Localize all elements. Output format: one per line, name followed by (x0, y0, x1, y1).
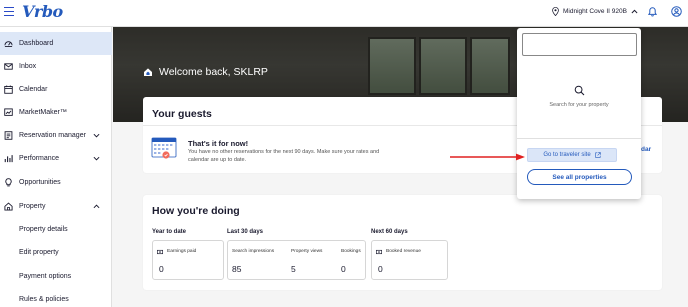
sidebar-item-property[interactable]: Property (0, 195, 112, 218)
guests-heading: That's it for now! (188, 139, 249, 148)
stat-label: Property views (291, 249, 323, 254)
booked-revenue-stat: Booked revenue 0 (371, 240, 448, 280)
mail-icon (4, 63, 13, 70)
home-badge-icon (144, 68, 152, 76)
stat-value: 5 (291, 264, 296, 274)
menu-icon[interactable] (4, 7, 14, 16)
see-all-properties-button[interactable]: See all properties (527, 169, 632, 185)
stat-value: 0 (378, 264, 383, 274)
annotation-arrow-icon (450, 153, 525, 161)
chevron-up-icon (93, 204, 100, 209)
calendar-illustration-icon (151, 137, 177, 159)
sidebar-item-label: MarketMaker™ (19, 109, 67, 116)
next-60-days-label: Next 60 days (371, 229, 408, 235)
sidebar-item-label: Dashboard (19, 40, 54, 47)
chevron-up-icon (631, 9, 638, 14)
sidebar-item-payment-options[interactable]: Payment options (0, 265, 112, 288)
sidebar-item-label: Inbox (19, 63, 37, 70)
location-pin-icon (552, 7, 559, 16)
stat-label: Booked revenue (386, 249, 421, 254)
sidebar-item-rules-policies[interactable]: Rules & policies (0, 288, 112, 307)
sidebar-item-label: Rules & policies (19, 296, 69, 303)
sidebar-item-edit-property[interactable]: Edit property (0, 241, 112, 264)
sidebar-item-label: Property details (19, 226, 68, 233)
property-search-input[interactable] (522, 33, 637, 56)
guests-message: You have no other reservations for the n… (188, 149, 380, 163)
bar-chart-icon (4, 155, 13, 163)
sidebar-item-property-details[interactable]: Property details (0, 218, 112, 241)
calendar-icon (4, 85, 13, 94)
earnings-paid-stat: Earnings paid 0 (152, 240, 224, 280)
card-title: Your guests (152, 108, 212, 120)
property-selector[interactable]: Midnight Cove II 920B (552, 7, 638, 16)
sidebar-item-label: Edit property (19, 249, 59, 256)
stat-value: 0 (159, 264, 164, 274)
sidebar-item-label: Calendar (19, 86, 48, 93)
stat-label: Earnings paid (167, 249, 197, 254)
sidebar-item-marketmaker[interactable]: MarketMaker™ (0, 101, 112, 124)
search-hint: Search for your property (549, 102, 609, 108)
bell-icon[interactable] (648, 7, 657, 17)
sidebar-item-reservation-manager[interactable]: Reservation manager (0, 124, 112, 147)
money-icon (376, 249, 382, 255)
sidebar-item-calendar[interactable]: Calendar (0, 78, 112, 101)
top-bar: Vrbo Midnight Cove II 920B (0, 0, 688, 27)
lightbulb-icon (5, 178, 12, 187)
sidebar-item-dashboard[interactable]: Dashboard (0, 32, 112, 55)
account-icon[interactable] (671, 6, 682, 17)
chevron-down-icon (93, 156, 100, 161)
vrbo-logo[interactable]: Vrbo (22, 2, 63, 21)
external-link-icon (594, 152, 601, 158)
sidebar-item-label: Performance (19, 155, 60, 162)
sidebar-item-opportunities[interactable]: Opportunities (0, 171, 112, 194)
go-to-traveler-site-button[interactable]: Go to traveler site (527, 148, 617, 162)
year-to-date-label: Year to date (152, 229, 187, 235)
last-30-days-stats: Search impressions 85 Property views 5 B… (227, 240, 366, 280)
button-label: Go to traveler site (543, 152, 591, 158)
sidebar-item-label: Payment options (19, 273, 72, 280)
house-icon (4, 202, 13, 211)
sidebar-item-inbox[interactable]: Inbox (0, 55, 112, 78)
chevron-down-icon (93, 133, 100, 138)
sidebar: Dashboard Inbox Calendar MarketMaker™ Re… (0, 27, 112, 307)
sidebar-item-performance[interactable]: Performance (0, 147, 112, 170)
chart-icon (4, 108, 13, 116)
dashboard-icon (4, 41, 13, 48)
sidebar-item-label: Opportunities (19, 179, 61, 186)
stat-value: 0 (341, 264, 346, 274)
last-30-days-label: Last 30 days (227, 229, 264, 235)
stat-label: Search impressions (232, 249, 275, 254)
property-name: Midnight Cove II 920B (563, 8, 627, 15)
money-icon (157, 249, 163, 255)
how-youre-doing-card: How you're doing Year to date Earnings p… (143, 195, 662, 290)
sidebar-item-label: Property (19, 203, 46, 210)
stat-label: Bookings (341, 249, 361, 254)
welcome-heading: Welcome back, SKLRP (143, 66, 268, 78)
sidebar-item-label: Reservation manager (19, 132, 86, 139)
button-label: See all properties (552, 173, 607, 181)
property-search-dropdown: Search for your property Go to traveler … (517, 28, 641, 199)
search-icon (574, 85, 585, 96)
go-to-calendar-link[interactable]: dar (641, 146, 651, 153)
reservation-icon (4, 131, 13, 140)
card-title: How you're doing (152, 205, 240, 217)
welcome-text: Welcome back, SKLRP (159, 66, 268, 78)
stat-value: 85 (232, 264, 242, 274)
